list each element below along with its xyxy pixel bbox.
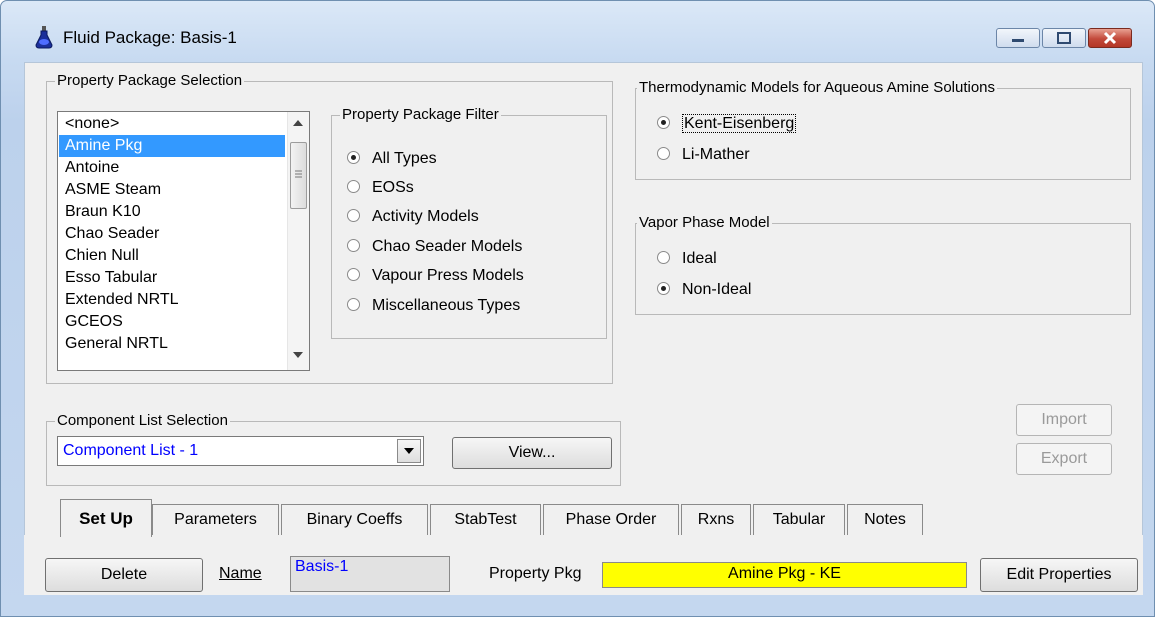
list-item[interactable]: Chien Null [59, 245, 285, 267]
minimize-button[interactable] [996, 28, 1040, 48]
scroll-thumb[interactable] [290, 142, 307, 209]
list-scrollbar[interactable] [287, 112, 309, 370]
tab-rxns[interactable]: Rxns [681, 504, 751, 535]
tab-notes[interactable]: Notes [847, 504, 923, 535]
filter-radio-activity-models[interactable]: Activity Models [347, 207, 479, 227]
filter-radio-miscellaneous-types[interactable]: Miscellaneous Types [347, 296, 520, 316]
vapor-radio-ideal[interactable]: Ideal [657, 249, 717, 269]
component-list-selection-title: Component List Selection [55, 412, 230, 430]
property-pkg-label: Property Pkg [489, 565, 582, 582]
grip-icon [295, 170, 302, 178]
tab-binary-coeffs[interactable]: Binary Coeffs [281, 504, 428, 535]
radio-unchecked-icon [347, 209, 360, 223]
list-item[interactable]: <none> [59, 113, 285, 135]
radio-checked-icon [657, 282, 670, 296]
thermo-radio-kent-eisenberg[interactable]: Kent-Eisenberg [657, 114, 797, 134]
radio-unchecked-icon [347, 239, 360, 253]
radio-unchecked-icon [347, 268, 360, 282]
tab-phase-order[interactable]: Phase Order [543, 504, 679, 535]
radio-checked-icon [657, 116, 670, 130]
tab-stabtest[interactable]: StabTest [430, 504, 541, 535]
tab-parameters[interactable]: Parameters [152, 504, 279, 535]
window-title: Fluid Package: Basis-1 [63, 28, 237, 47]
filter-radio-chao-seader-models[interactable]: Chao Seader Models [347, 237, 522, 257]
list-item[interactable]: General NRTL [59, 333, 285, 355]
radio-unchecked-icon [347, 180, 360, 194]
property-package-filter-title: Property Package Filter [340, 106, 501, 124]
edit-properties-button[interactable]: Edit Properties [980, 558, 1138, 592]
minimize-icon [1012, 39, 1024, 42]
flask-icon [35, 26, 53, 49]
vapor-radio-non-ideal[interactable]: Non-Ideal [657, 280, 751, 300]
radio-checked-icon [347, 151, 360, 165]
maximize-button[interactable] [1042, 28, 1086, 48]
property-pkg-field: Amine Pkg - KE [602, 562, 967, 588]
name-field[interactable]: Basis-1 [290, 556, 450, 592]
radio-unchecked-icon [347, 298, 360, 312]
list-item[interactable]: Braun K10 [59, 201, 285, 223]
chevron-down-icon [404, 448, 414, 454]
scroll-down-icon[interactable] [293, 352, 303, 358]
thermo-radio-li-mather[interactable]: Li-Mather [657, 145, 750, 165]
list-item[interactable]: ASME Steam [59, 179, 285, 201]
list-item[interactable]: Amine Pkg [59, 135, 285, 157]
vapor-phase-model-title: Vapor Phase Model [637, 214, 772, 232]
list-item[interactable]: Antoine [59, 157, 285, 179]
dropdown-button[interactable] [397, 439, 421, 463]
component-list-dropdown[interactable]: Component List - 1 [57, 436, 424, 466]
close-icon [1103, 31, 1117, 45]
filter-radio-vapour-press-models[interactable]: Vapour Press Models [347, 266, 524, 286]
list-item[interactable]: Extended NRTL [59, 289, 285, 311]
scroll-up-icon[interactable] [293, 120, 303, 126]
radio-unchecked-icon [657, 251, 670, 265]
property-package-selection-title: Property Package Selection [55, 72, 245, 90]
tab-set-up[interactable]: Set Up [60, 499, 152, 537]
filter-radio-eoss[interactable]: EOSs [347, 178, 414, 198]
list-item[interactable]: Chao Seader [59, 223, 285, 245]
title-bar[interactable]: Fluid Package: Basis-1 [1, 1, 1154, 49]
thermodynamic-models-title: Thermodynamic Models for Aqueous Amine S… [637, 79, 998, 97]
close-button[interactable] [1088, 28, 1132, 48]
tab-tabular[interactable]: Tabular [753, 504, 845, 535]
fluid-package-window: Fluid Package: Basis-1 Property Package … [0, 0, 1155, 617]
import-button[interactable]: Import [1016, 404, 1112, 436]
delete-button[interactable]: Delete [45, 558, 203, 592]
property-package-list[interactable]: <none> Amine Pkg Antoine ASME Steam Brau… [57, 111, 310, 371]
vapor-phase-model-group: Vapor Phase Model [635, 214, 1131, 315]
name-label: Name [219, 565, 262, 582]
list-item[interactable]: Esso Tabular [59, 267, 285, 289]
view-button[interactable]: View... [452, 437, 612, 469]
filter-radio-all-types[interactable]: All Types [347, 149, 437, 169]
maximize-icon [1057, 32, 1071, 44]
list-item[interactable]: GCEOS [59, 311, 285, 333]
radio-unchecked-icon [657, 147, 670, 161]
thermodynamic-models-group: Thermodynamic Models for Aqueous Amine S… [635, 79, 1131, 180]
export-button[interactable]: Export [1016, 443, 1112, 475]
component-list-value: Component List - 1 [63, 442, 199, 459]
